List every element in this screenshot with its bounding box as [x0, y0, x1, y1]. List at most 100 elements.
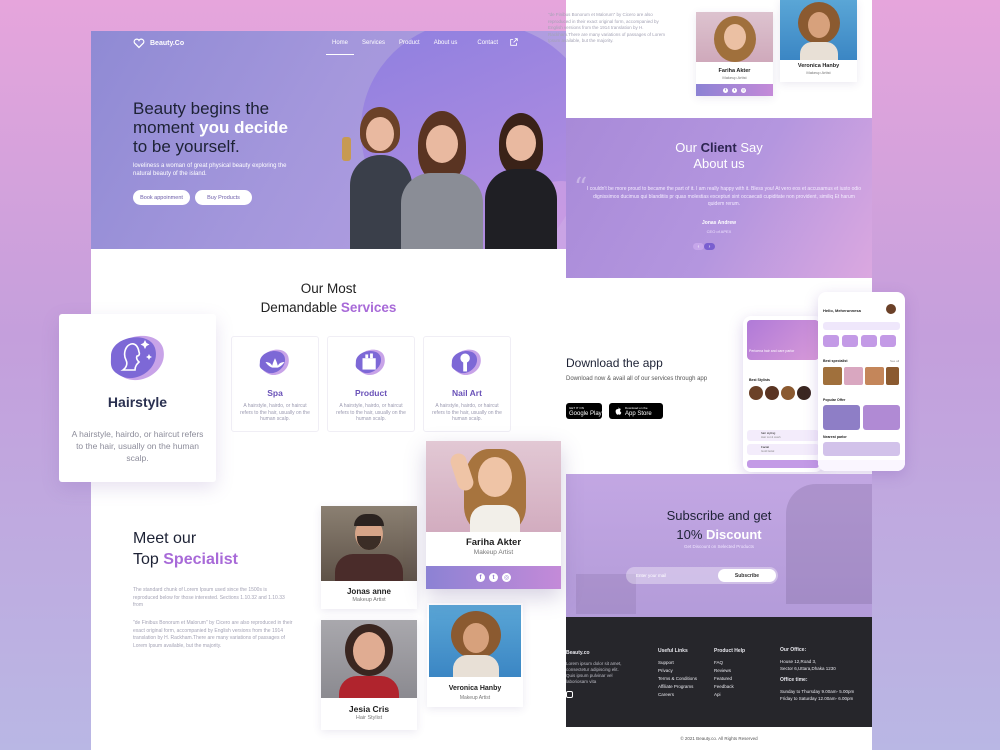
subscribe-title: Subscribe and get 10% Discount — [666, 508, 772, 542]
specialist-card-veronica[interactable]: Veronica Hanby Makeup Artist — [427, 603, 523, 707]
specialist-card-veronica-small[interactable]: Veronica Hanby Makeup Artist — [780, 0, 857, 82]
footer-office: Our Office: House 12,Road 3, Sector 6,Ut… — [780, 647, 855, 701]
specialist-name: Jonas anne — [346, 587, 391, 596]
specialist-card-jesia[interactable]: Jesia Cris Hair Stylist — [321, 620, 417, 730]
download-title: Download the app — [566, 356, 663, 370]
footer-product-help: Product Help FAQ Reviews Featured Feedba… — [714, 648, 746, 699]
external-link-icon[interactable] — [509, 37, 519, 47]
instagram-icon[interactable]: ◎ — [502, 573, 511, 582]
instagram-icon[interactable] — [566, 691, 573, 698]
google-play-button[interactable]: GET IT ON Google Play — [566, 403, 602, 419]
specialist-card-fariha-small[interactable]: Fariha Akter Makeup Artist f t ◎ — [696, 12, 773, 96]
specialist-photo — [321, 620, 417, 698]
footer-link[interactable]: Featured — [714, 675, 745, 683]
testimonial-quote: I couldn't be more proud to became the p… — [586, 186, 862, 207]
phone-popular-offer: Popular Offer — [823, 398, 846, 402]
specialist-name: Veronica Hanby — [448, 685, 502, 692]
specialist-name: Jesia Cris — [348, 704, 390, 714]
spa-icon — [259, 349, 289, 376]
specialist-role: Hair Stylist — [355, 715, 383, 721]
services-title: Our Most Demandable Services — [260, 281, 397, 315]
footer-link[interactable]: Support — [658, 659, 697, 667]
nail-art-icon — [451, 349, 481, 376]
nav-home[interactable]: Home — [325, 40, 355, 55]
service-desc: A hairstyle, hairdo, or haircut refers t… — [336, 403, 406, 422]
download-subtitle: Download now & avail all of our services… — [566, 376, 708, 382]
facebook-icon[interactable]: f — [476, 573, 485, 582]
specialist-role: Makeup Artist — [806, 70, 831, 75]
footer-link[interactable]: Privacy — [658, 667, 697, 675]
service-desc: A hairstyle, hairdo, or haircut refers t… — [240, 403, 310, 422]
footer-link[interactable]: FAQ — [714, 659, 745, 667]
specialist-photo — [426, 441, 561, 532]
footer-link[interactable]: Terms & Conditions — [658, 675, 697, 683]
brand-name: Beauty.Co — [150, 39, 185, 47]
specialist-photo — [780, 0, 857, 60]
book-appointment-button[interactable]: Book appoinment — [133, 190, 190, 205]
phone-list-item-sub: Hair cut & wash — [761, 435, 781, 439]
phone-stylist-avatars — [749, 386, 811, 400]
service-desc: A hairstyle, hairdo, or haircut refers t… — [71, 429, 204, 463]
nav-about[interactable]: About us — [427, 40, 465, 46]
phone-category-chips — [823, 335, 896, 347]
footer-link[interactable]: Affiliate Programs — [658, 683, 697, 691]
specialist-paragraph-continued: "de Finibus Bonorum et Malorum" by Cicer… — [548, 12, 666, 43]
footer-link[interactable]: Feedback — [714, 683, 745, 691]
subscribe-button[interactable]: Subscribe — [718, 569, 776, 582]
instagram-icon[interactable]: ◎ — [741, 87, 746, 93]
service-card-hairstyle-featured[interactable]: Hairstyle A hairstyle, hairdo, or haircu… — [59, 314, 216, 482]
arrow-right-icon[interactable]: › — [704, 243, 715, 250]
social-links: f t ◎ — [426, 566, 561, 589]
footer-link[interactable]: Api — [714, 691, 745, 699]
service-card-nail-art[interactable]: Nail Art A hairstyle, hairdo, or haircut… — [423, 336, 511, 432]
hero-stylists-photo — [341, 99, 566, 249]
phone-see-all[interactable]: See all — [890, 359, 899, 363]
client-title: Our Client Say About us — [675, 140, 763, 171]
service-card-product[interactable]: Product A hairstyle, hairdo, or haircut … — [327, 336, 415, 432]
specialist-card-jonas[interactable]: Jonas anne Makeup Artist — [321, 506, 417, 609]
social-links: f t ◎ — [696, 84, 773, 96]
app-store-button[interactable]: Download on the App Store — [609, 403, 663, 419]
phone-best-specialist: Best specialist — [823, 359, 848, 363]
nav-product[interactable]: Product — [392, 40, 427, 46]
subscribe-subtitle: Get Discount on Selected Products — [683, 544, 755, 549]
phone-best-stylists: Best Stylists — [749, 378, 771, 382]
specialist-photo — [321, 506, 417, 581]
testimonial-author-role: CEO of APEX — [706, 229, 732, 234]
specialist-role: Makeup Artist — [473, 549, 514, 556]
phone-mockup-1: Perioena hair and care parlor Best Styli… — [743, 316, 823, 472]
apple-icon — [615, 407, 622, 415]
testimonial-nav: ‹ › — [693, 243, 715, 250]
specialist-role: Makeup Artist — [459, 695, 491, 701]
hairstyle-icon — [110, 335, 164, 381]
footer-link[interactable]: Reviews — [714, 667, 745, 675]
twitter-icon[interactable]: t — [732, 87, 737, 93]
product-icon — [355, 349, 385, 376]
service-name: Nail Art — [452, 388, 482, 398]
service-card-spa[interactable]: Spa A hairstyle, hairdo, or haircut refe… — [231, 336, 319, 432]
facebook-icon[interactable]: f — [723, 87, 728, 93]
hero-title: Beauty begins the moment you decide to b… — [133, 99, 288, 156]
phone-list-item-sub: Gold facial — [761, 449, 775, 453]
copyright: © 2021 Beauty.co. All Rights Reserved — [566, 727, 872, 750]
specialist-title: Meet our Top Specialist — [133, 530, 238, 568]
brand-logo[interactable]: Beauty.Co — [133, 37, 184, 49]
specialist-paragraph-2: "de Finibus Bonorum et Malorum" by Cicer… — [133, 620, 293, 649]
footer-link[interactable]: Careers — [658, 691, 697, 699]
main-nav: Home Services Product About us Contact — [325, 40, 505, 55]
client-testimonial-section: Our Client Say About us “ I couldn't be … — [566, 118, 872, 278]
twitter-icon[interactable]: t — [489, 573, 498, 582]
arrow-left-icon[interactable]: ‹ — [693, 243, 704, 250]
subscribe-section: Subscribe and get 10% Discount Get Disco… — [566, 474, 872, 617]
specialist-photo — [696, 12, 773, 62]
specialist-name: Veronica Hanby — [797, 63, 840, 69]
phone-banner-text: Perioena hair and care parlor — [749, 349, 795, 353]
nav-contact[interactable]: Contact — [470, 40, 505, 46]
specialist-name: Fariha Akter — [718, 68, 751, 74]
testimonial-author: Jonas Andrew — [702, 220, 736, 226]
buy-products-button[interactable]: Buy Products — [195, 190, 252, 205]
specialist-card-fariha[interactable]: Fariha Akter Makeup Artist f t ◎ — [426, 441, 561, 589]
nav-services[interactable]: Services — [355, 40, 392, 46]
footer-brand: Beauty.co Lorem ipsum dolor sit amet, co… — [566, 649, 626, 698]
phone-nearest-parlor: Nearest parlor — [823, 435, 847, 439]
